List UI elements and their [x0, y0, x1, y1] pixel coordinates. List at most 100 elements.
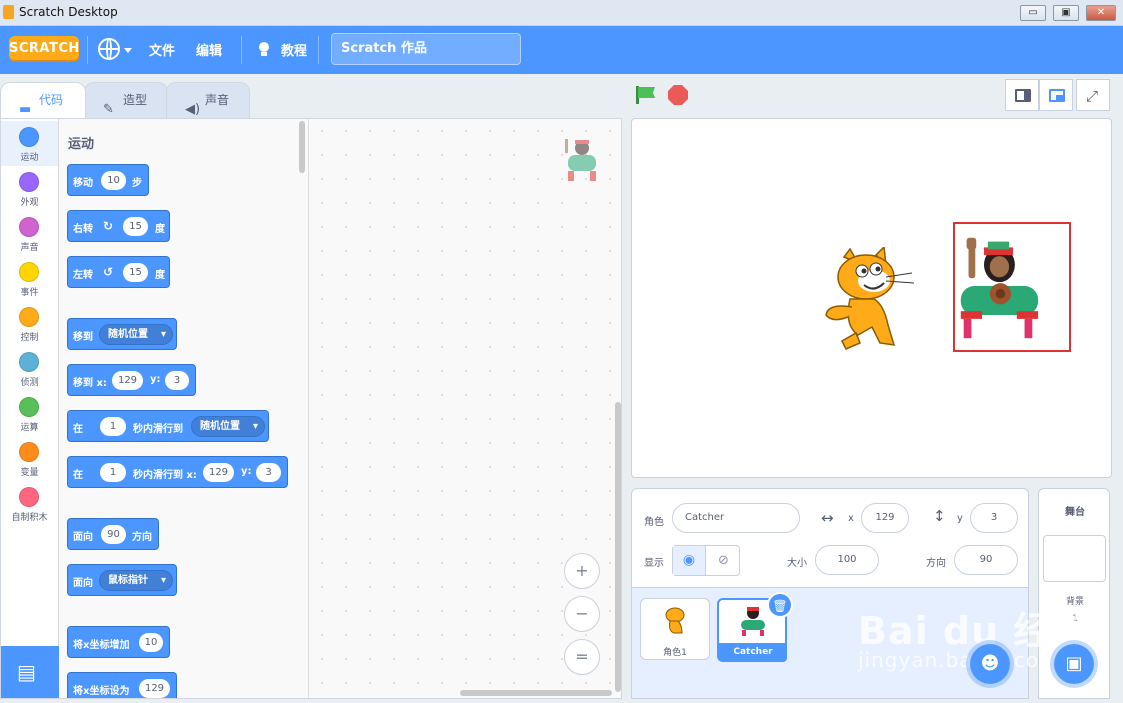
block-palette: 运动 移动 10 步 右转 ↻ 15 度 左转 ↺ 15 度 移到 随机位置 移…: [59, 119, 309, 698]
block-input[interactable]: 1: [100, 463, 126, 482]
chevron-down-icon: [124, 48, 132, 53]
sprite-info-panel: 角色 Catcher ↔ x 129 ↕ y 3 显示 ◉ ⊘ 大小 100 方…: [631, 488, 1029, 588]
sprite-thumbnail[interactable]: 角色1: [640, 598, 710, 660]
block-set-x[interactable]: 将x坐标设为 129: [67, 672, 177, 698]
show-eye-icon[interactable]: ◉: [673, 546, 706, 575]
catcher-sprite[interactable]: [953, 222, 1071, 352]
block-dropdown[interactable]: 随机位置: [191, 416, 265, 437]
x-input[interactable]: 129: [861, 503, 909, 533]
catcher-thumbnail-icon: [741, 607, 765, 636]
category-my-blocks[interactable]: 自制积木: [1, 481, 58, 526]
block-input[interactable]: 15: [123, 217, 148, 236]
cat-sprite[interactable]: [822, 247, 920, 351]
minimize-button[interactable]: ▭: [1020, 5, 1046, 21]
stage-thumbnail[interactable]: [1043, 535, 1106, 582]
zoom-out-button[interactable]: −: [564, 596, 600, 632]
y-input[interactable]: 3: [970, 503, 1018, 533]
choose-sprite-button[interactable]: ☻: [966, 640, 1014, 688]
direction-input[interactable]: 90: [954, 545, 1018, 575]
maximize-button[interactable]: ▣: [1053, 5, 1079, 21]
block-change-x[interactable]: 将x坐标增加 10: [67, 626, 170, 658]
scratch-logo[interactable]: SCRATCH: [9, 36, 79, 62]
category-looks[interactable]: 外观: [1, 166, 58, 211]
block-goto-xy[interactable]: 移到 x: 129 y: 3: [67, 364, 196, 396]
block-input[interactable]: 15: [123, 263, 148, 282]
tab-costumes[interactable]: ✎ 造型: [84, 82, 168, 118]
block-goto[interactable]: 移到 随机位置: [67, 318, 177, 350]
category-dot: [19, 442, 39, 462]
tutorials-menu[interactable]: 教程: [281, 40, 307, 59]
small-stage-button[interactable]: [1005, 79, 1039, 111]
category-motion[interactable]: 运动: [1, 121, 58, 166]
block-text: 在: [73, 424, 83, 435]
zoom-reset-button[interactable]: =: [564, 639, 600, 675]
size-input[interactable]: 100: [815, 545, 879, 575]
file-menu[interactable]: 文件: [149, 40, 175, 59]
category-dot: [19, 487, 39, 507]
block-text: 在: [73, 470, 83, 481]
block-turn-right[interactable]: 右转 ↻ 15 度: [67, 210, 170, 242]
tab-code[interactable]: ▬ 代码: [0, 82, 86, 118]
block-glide-xy[interactable]: 在 1 秒内滑行到 x: 129 y: 3: [67, 456, 288, 488]
large-stage-button[interactable]: [1039, 79, 1073, 111]
lightbulb-icon: [256, 40, 272, 58]
green-flag-button[interactable]: [636, 86, 656, 104]
fullscreen-button[interactable]: ⤢: [1076, 79, 1110, 111]
hide-eye-icon[interactable]: ⊘: [707, 546, 740, 575]
category-operators[interactable]: 运算: [1, 391, 58, 436]
block-text: 将x坐标设为: [73, 686, 130, 697]
block-input[interactable]: 10: [101, 171, 126, 190]
add-extension-button[interactable]: ▤: [1, 646, 59, 698]
sprite-name-input[interactable]: Catcher: [672, 503, 800, 533]
block-input[interactable]: 10: [139, 633, 163, 652]
block-input[interactable]: 129: [139, 679, 170, 698]
block-input[interactable]: 90: [101, 525, 126, 544]
block-dropdown[interactable]: 鼠标指针: [99, 570, 173, 591]
script-area[interactable]: + − =: [310, 119, 621, 698]
category-sensing[interactable]: 侦测: [1, 346, 58, 391]
rotate-left-icon: ↺: [103, 265, 114, 279]
category-control[interactable]: 控制: [1, 301, 58, 346]
category-label: 声音: [20, 243, 39, 253]
close-button[interactable]: ✕: [1086, 5, 1116, 21]
block-move[interactable]: 移动 10 步: [67, 164, 149, 196]
script-vertical-scrollbar[interactable]: [615, 402, 621, 692]
edit-menu[interactable]: 编辑: [196, 40, 222, 59]
block-turn-left[interactable]: 左转 ↺ 15 度: [67, 256, 170, 288]
language-globe-icon[interactable]: [98, 38, 120, 60]
category-variables[interactable]: 变量: [1, 436, 58, 481]
block-input[interactable]: 129: [112, 371, 143, 390]
block-text: 面向: [73, 578, 93, 589]
watermark-url: jingyan.baidu.com: [858, 648, 1060, 672]
category-dot: [19, 397, 39, 417]
block-point-towards[interactable]: 面向 鼠标指针: [67, 564, 177, 596]
zoom-in-button[interactable]: +: [564, 553, 600, 589]
block-text: 度: [155, 270, 165, 281]
rotate-right-icon: ↻: [103, 219, 114, 233]
delete-sprite-button[interactable]: 🗑: [767, 592, 793, 618]
block-input[interactable]: 3: [256, 463, 281, 482]
choose-backdrop-button[interactable]: ▣: [1050, 640, 1098, 688]
block-glide[interactable]: 在 1 秒内滑行到 随机位置: [67, 410, 269, 442]
block-point-direction[interactable]: 面向 90 方向: [67, 518, 159, 550]
block-input[interactable]: 129: [203, 463, 234, 482]
x-label: x: [848, 513, 854, 524]
app-icon: [3, 5, 14, 19]
stage-canvas[interactable]: [631, 118, 1112, 478]
project-title-input[interactable]: Scratch 作品: [331, 33, 521, 65]
category-events[interactable]: 事件: [1, 256, 58, 301]
palette-scrollbar[interactable]: [299, 121, 305, 173]
block-input[interactable]: 1: [100, 417, 126, 436]
category-dot: [19, 172, 39, 192]
block-input[interactable]: 3: [165, 371, 189, 390]
category-label: 控制: [20, 333, 39, 343]
stop-button[interactable]: [668, 85, 688, 105]
editor-tabs: ▬ 代码 ✎ 造型 ◀) 声音: [0, 74, 622, 118]
code-editor: 运动 外观 声音 事件 控制 侦测 运算 变量 自制积木 ▤ 运动 移动 10 …: [0, 118, 622, 699]
category-sound[interactable]: 声音: [1, 211, 58, 256]
block-text: 左转: [73, 270, 93, 281]
block-dropdown[interactable]: 随机位置: [99, 324, 173, 345]
script-horizontal-scrollbar[interactable]: [460, 690, 612, 696]
tab-sounds[interactable]: ◀) 声音: [166, 82, 250, 118]
tab-sounds-label: 声音: [205, 93, 230, 107]
